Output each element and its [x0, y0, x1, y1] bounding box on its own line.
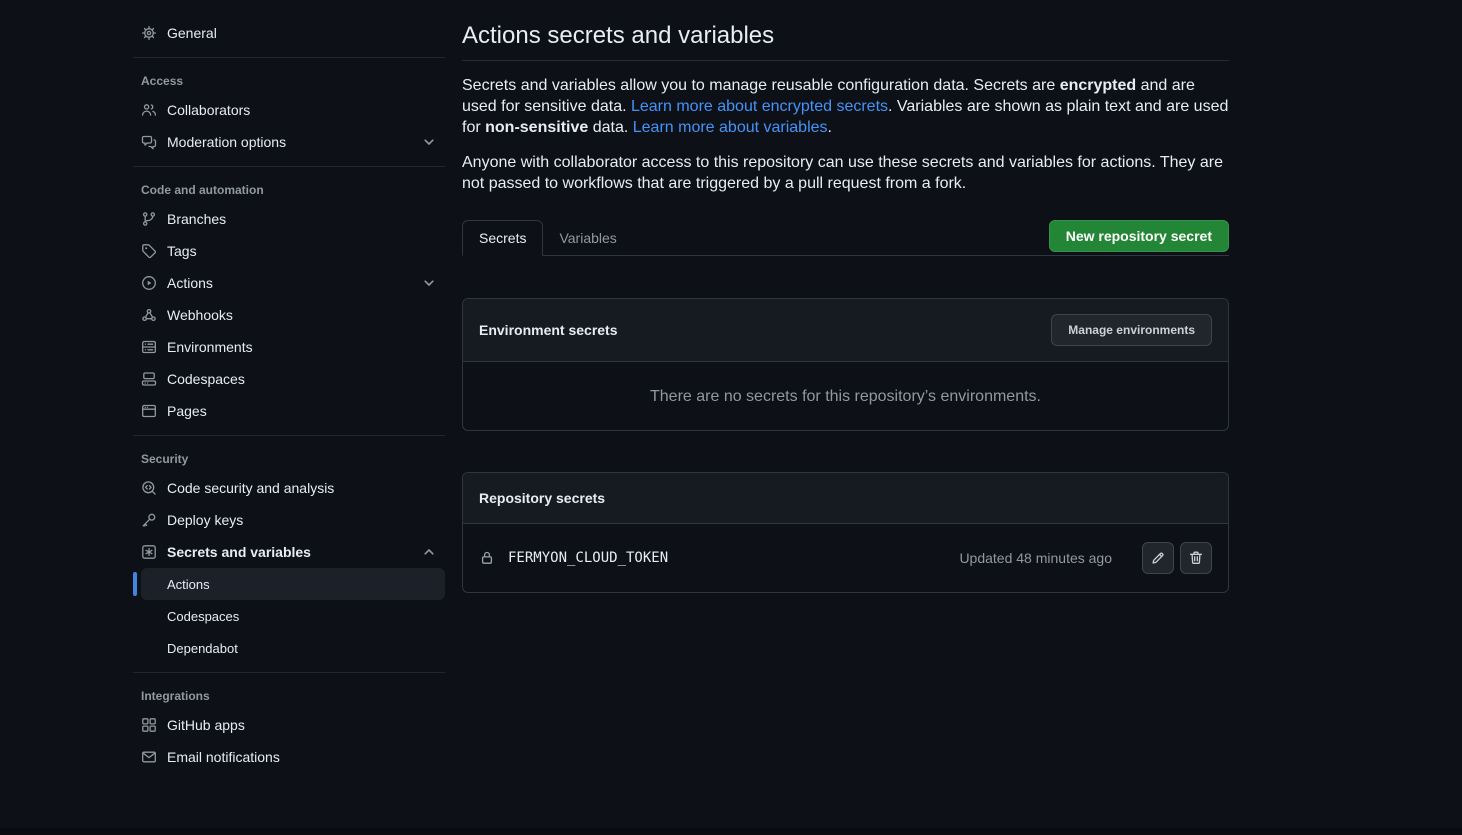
sidebar-item-branches[interactable]: Branches [133, 203, 445, 235]
link-learn-variables[interactable]: Learn more about variables [633, 119, 828, 136]
intro-text: data. [588, 119, 632, 136]
sidebar-item-label: Actions [167, 275, 213, 291]
secret-row: FERMYON_CLOUD_TOKEN Updated 48 minutes a… [463, 524, 1228, 592]
intro-text: . [828, 119, 832, 136]
window-bottom-edge [0, 828, 1462, 835]
environment-secrets-empty-state: There are no secrets for this repository… [463, 362, 1228, 430]
sidebar-item-secrets-and-variables[interactable]: Secrets and variables [133, 536, 445, 568]
browser-icon [141, 403, 157, 419]
comment-discussion-icon [141, 134, 157, 150]
chevron-down-icon [421, 134, 437, 150]
tab-row: Secrets Variables New repository secret [462, 220, 1229, 256]
intro-text: Secrets and variables allow you to manag… [462, 77, 1060, 94]
secret-updated-timestamp: Updated 48 minutes ago [959, 550, 1112, 566]
pencil-icon [1150, 550, 1166, 566]
tab-secrets[interactable]: Secrets [462, 220, 543, 256]
sidebar-item-label: Deploy keys [167, 512, 243, 528]
webhook-icon [141, 307, 157, 323]
codescan-icon [141, 480, 157, 496]
sidebar-item-label: Code security and analysis [167, 480, 334, 496]
page-title: Actions secrets and variables [462, 21, 1229, 61]
key-icon [141, 512, 157, 528]
collaborator-access-paragraph: Anyone with collaborator access to this … [462, 152, 1229, 194]
sidebar-item-label: Collaborators [167, 102, 250, 118]
tab-variables[interactable]: Variables [543, 221, 632, 255]
sidebar-item-collaborators[interactable]: Collaborators [133, 94, 445, 126]
repository-secrets-header: Repository secrets [463, 473, 1228, 524]
sidebar-item-deploy-keys[interactable]: Deploy keys [133, 504, 445, 536]
intro-bold-non-sensitive: non-sensitive [485, 119, 588, 136]
sidebar-section-code-and-automation: Code and automation [133, 175, 445, 203]
settings-sidebar: General Access Collaborators Moderation … [133, 17, 445, 773]
divider [133, 672, 445, 673]
main-content: Actions secrets and variables Secrets an… [462, 0, 1229, 593]
divider [133, 57, 445, 58]
sidebar-subitem-label: Codespaces [167, 609, 239, 624]
sidebar-item-tags[interactable]: Tags [133, 235, 445, 267]
sidebar-item-moderation-options[interactable]: Moderation options [133, 126, 445, 158]
sidebar-subitem-label: Dependabot [167, 641, 238, 656]
repository-secrets-title: Repository secrets [479, 488, 605, 508]
sidebar-item-label: GitHub apps [167, 717, 245, 733]
sidebar-item-label: Codespaces [167, 371, 245, 387]
delete-secret-button[interactable] [1180, 542, 1212, 574]
sidebar-item-label: Secrets and variables [167, 544, 311, 560]
divider [133, 435, 445, 436]
key-asterisk-icon [141, 544, 157, 560]
sidebar-item-label: Pages [167, 403, 207, 419]
sidebar-subitem-dependabot[interactable]: Dependabot [141, 632, 445, 664]
sidebar-item-label: General [167, 25, 217, 41]
sidebar-item-actions[interactable]: Actions [133, 267, 445, 299]
gear-icon [141, 25, 157, 41]
environment-secrets-header: Environment secrets Manage environments [463, 299, 1228, 362]
mail-icon [141, 749, 157, 765]
sidebar-item-email-notifications[interactable]: Email notifications [133, 741, 445, 773]
sidebar-section-security: Security [133, 444, 445, 472]
sidebar-section-access: Access [133, 66, 445, 94]
play-icon [141, 275, 157, 291]
divider [133, 166, 445, 167]
people-icon [141, 102, 157, 118]
environment-secrets-box: Environment secrets Manage environments … [462, 298, 1229, 431]
intro-bold-encrypted: encrypted [1060, 77, 1136, 94]
sidebar-item-label: Moderation options [167, 134, 286, 150]
sidebar-item-label: Tags [167, 243, 197, 259]
sidebar-item-general[interactable]: General [133, 17, 445, 49]
sidebar-item-code-security-and-analysis[interactable]: Code security and analysis [133, 472, 445, 504]
sidebar-item-label: Email notifications [167, 749, 280, 765]
sidebar-subitem-codespaces[interactable]: Codespaces [141, 600, 445, 632]
manage-environments-button[interactable]: Manage environments [1051, 314, 1212, 346]
new-repository-secret-button[interactable]: New repository secret [1049, 220, 1229, 252]
sidebar-item-label: Environments [167, 339, 253, 355]
link-learn-encrypted-secrets[interactable]: Learn more about encrypted secrets [631, 98, 888, 115]
sidebar-item-label: Webhooks [167, 307, 233, 323]
apps-icon [141, 717, 157, 733]
sidebar-subitem-actions[interactable]: Actions [141, 568, 445, 600]
codespaces-icon [141, 371, 157, 387]
git-branch-icon [141, 211, 157, 227]
sidebar-item-webhooks[interactable]: Webhooks [133, 299, 445, 331]
sidebar-item-codespaces[interactable]: Codespaces [133, 363, 445, 395]
sidebar-section-integrations: Integrations [133, 681, 445, 709]
sidebar-subitem-label: Actions [167, 577, 210, 592]
chevron-down-icon [421, 275, 437, 291]
lock-icon [479, 550, 495, 566]
intro-paragraph: Secrets and variables allow you to manag… [462, 75, 1229, 138]
sidebar-item-github-apps[interactable]: GitHub apps [133, 709, 445, 741]
trash-icon [1188, 550, 1204, 566]
active-indicator-bar [133, 572, 137, 596]
repository-secrets-box: Repository secrets FERMYON_CLOUD_TOKEN U… [462, 472, 1229, 593]
environment-secrets-title: Environment secrets [479, 320, 618, 340]
server-icon [141, 339, 157, 355]
sidebar-item-label: Branches [167, 211, 226, 227]
tag-icon [141, 243, 157, 259]
chevron-up-icon [421, 544, 437, 560]
sidebar-item-environments[interactable]: Environments [133, 331, 445, 363]
secret-name: FERMYON_CLOUD_TOKEN [508, 550, 668, 566]
sidebar-item-pages[interactable]: Pages [133, 395, 445, 427]
edit-secret-button[interactable] [1142, 542, 1174, 574]
